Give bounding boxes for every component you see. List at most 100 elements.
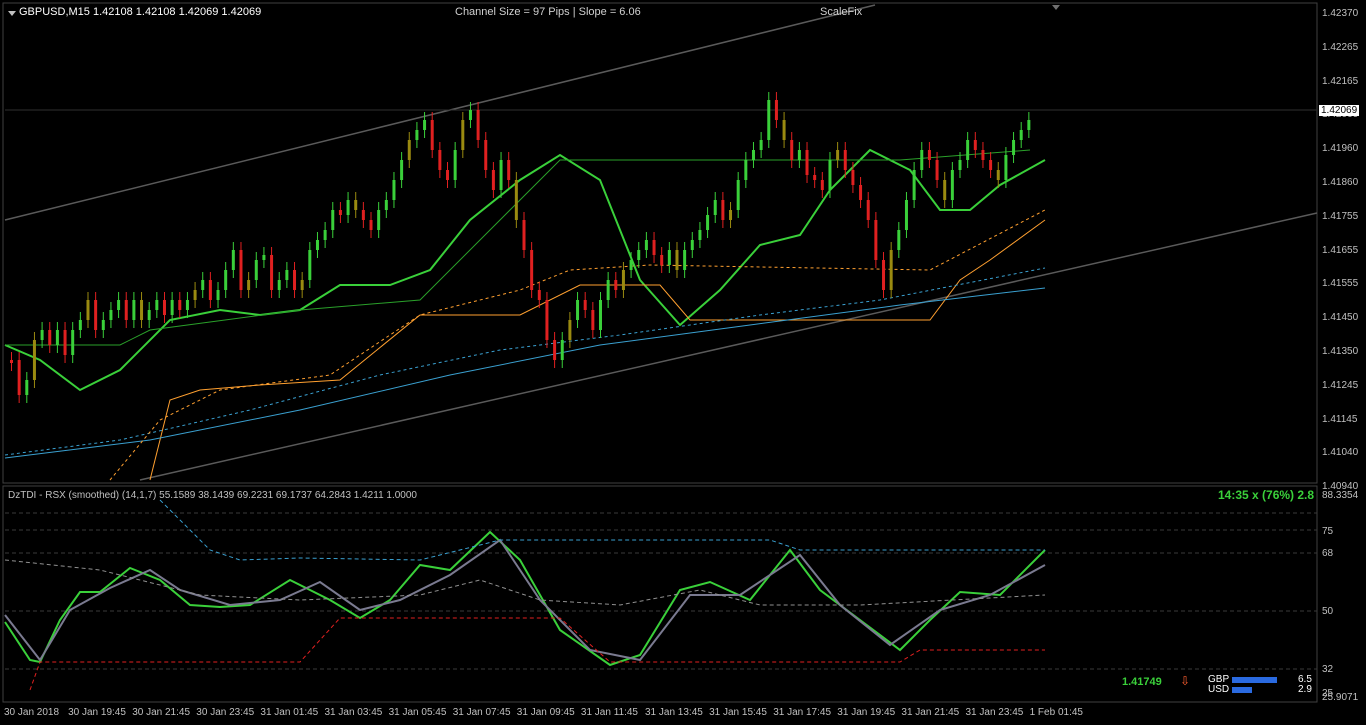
candle (836, 142, 840, 168)
price-tick: 1.41555 (1322, 278, 1359, 290)
indicator-levels (5, 512, 1317, 670)
candle (231, 242, 235, 278)
candle (323, 222, 327, 248)
lower-channel-line[interactable] (139, 212, 1318, 481)
collapse-arrow-icon[interactable] (8, 11, 16, 16)
candle (109, 302, 113, 328)
time-tick: 30 Jan 23:45 (196, 707, 255, 718)
scalefix-label[interactable]: ScaleFix (820, 6, 862, 18)
indicator-tick: 25.9071 (1322, 692, 1359, 703)
candle (384, 192, 388, 218)
candle (859, 177, 863, 208)
candle (32, 332, 36, 388)
candle (415, 122, 419, 148)
candle (927, 142, 931, 168)
candle (644, 232, 648, 258)
candle (790, 132, 794, 168)
time-tick: 31 Jan 23:45 (965, 707, 1024, 718)
time-tick: 31 Jan 15:45 (709, 707, 767, 718)
time-tick: 31 Jan 13:45 (645, 707, 703, 718)
candle (216, 282, 220, 308)
candle (637, 242, 641, 268)
candle (989, 152, 993, 178)
candle (10, 352, 13, 371)
candle (889, 242, 893, 298)
candle (78, 312, 82, 338)
candle (774, 92, 778, 128)
candle (400, 152, 404, 188)
chart-canvas[interactable] (0, 0, 1366, 725)
time-tick: 31 Jan 17:45 (773, 707, 832, 718)
candle (606, 272, 610, 308)
candle (476, 102, 480, 148)
price-tick: 1.41860 (1322, 177, 1359, 188)
candle (132, 292, 136, 328)
candle (86, 292, 90, 328)
orange-band-upper (109, 209, 1046, 481)
candle (583, 292, 587, 318)
candle (1012, 132, 1016, 163)
time-tick: 31 Jan 01:45 (260, 707, 319, 718)
price-tick: 1.41040 (1322, 447, 1359, 459)
candle (721, 192, 725, 228)
candle (407, 132, 411, 168)
price-overlays (4, 148, 1046, 481)
upper-channel-line[interactable] (4, 4, 876, 221)
candle (683, 242, 687, 278)
candle (813, 167, 817, 188)
blue-ma-lower (4, 287, 1046, 459)
candle (331, 202, 335, 238)
candle (438, 142, 442, 178)
candle (950, 162, 954, 208)
indicator-tick: 68 (1322, 548, 1334, 559)
candle (568, 312, 572, 348)
price-tick: 1.41350 (1322, 346, 1359, 357)
candle (882, 252, 886, 298)
candle (706, 207, 710, 238)
candle (430, 112, 434, 158)
candle (124, 292, 128, 328)
indicator-tick: 50 (1322, 606, 1334, 617)
time-tick: 31 Jan 11:45 (580, 707, 638, 718)
candle (369, 212, 373, 238)
candle (805, 142, 809, 183)
candle (621, 262, 625, 298)
candle (537, 282, 541, 308)
candle (254, 252, 258, 288)
candle (48, 322, 52, 353)
candle (315, 232, 319, 258)
candle (208, 272, 212, 308)
scale-toggle-icon[interactable] (1052, 5, 1060, 10)
indicator-tick: 75 (1322, 526, 1334, 537)
price-tick: 1.42165 (1322, 75, 1359, 87)
candle (17, 352, 21, 403)
candle (920, 142, 924, 178)
channel-info: Channel Size = 97 Pips | Slope = 6.06 (455, 6, 641, 18)
candle (377, 202, 381, 238)
down-arrow-icon: ⇩ (1180, 674, 1191, 688)
candle (484, 132, 488, 178)
candle (239, 242, 243, 298)
candle (71, 322, 75, 363)
candle (354, 192, 358, 218)
candle (147, 302, 151, 328)
time-tick: 31 Jan 03:45 (324, 707, 383, 718)
candle (675, 242, 679, 278)
candle (499, 152, 503, 198)
candle (461, 112, 465, 158)
candle (530, 242, 534, 298)
candle (446, 162, 450, 188)
candle (660, 247, 664, 273)
candle (943, 172, 947, 208)
indicator-price: 1.41749 (1122, 676, 1162, 688)
candle (55, 322, 59, 353)
indicator-header: DzTDI - RSX (smoothed) (14,1,7) 55.1589 … (8, 490, 417, 501)
time-tick: 30 Jan 21:45 (132, 707, 191, 718)
price-moving-average (4, 148, 1046, 392)
candle (897, 222, 901, 258)
symbol-header: GBPUSD,M15 1.42108 1.42108 1.42069 1.420… (19, 6, 262, 18)
candle (94, 292, 98, 338)
candle (491, 162, 495, 198)
indicator-tick: 32 (1322, 664, 1334, 675)
blue-ma-upper (4, 267, 1046, 456)
